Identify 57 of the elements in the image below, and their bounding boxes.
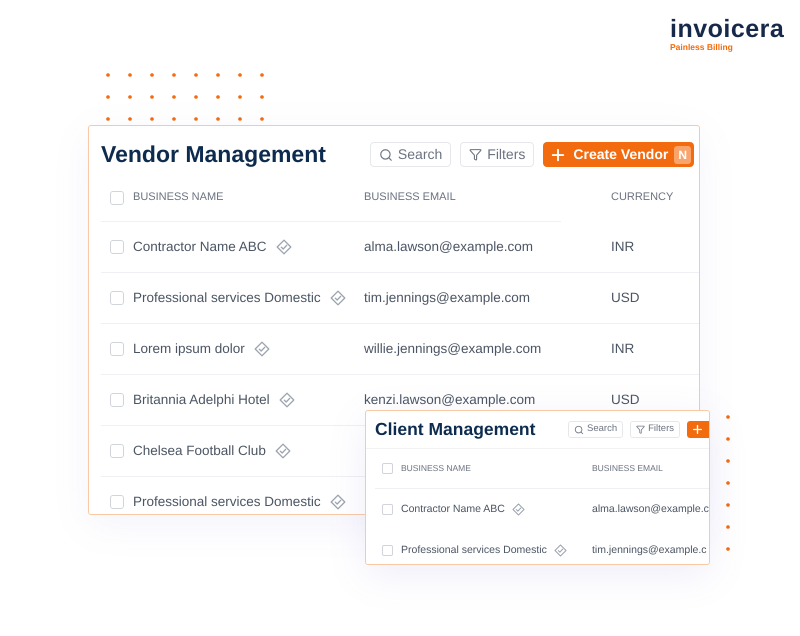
shortcut-key: N bbox=[674, 146, 691, 164]
search-icon bbox=[574, 424, 584, 434]
filter-icon bbox=[469, 148, 482, 161]
logo-wordmark: invoicera bbox=[670, 16, 784, 42]
business-email: alma.lawson@example.com bbox=[364, 239, 534, 254]
plus-icon bbox=[691, 423, 704, 436]
business-name: Contractor Name ABC bbox=[401, 502, 505, 517]
column-header: BUSINESS EMAIL bbox=[592, 462, 663, 475]
row-checkbox[interactable] bbox=[110, 444, 124, 458]
business-name: Professional services Domestic bbox=[133, 288, 321, 307]
row-checkbox[interactable] bbox=[382, 463, 393, 474]
business-name: Britannia Adelphi Hotel bbox=[133, 390, 270, 409]
verified-badge-icon bbox=[274, 443, 291, 459]
row-checkbox[interactable] bbox=[110, 190, 124, 204]
row-checkbox[interactable] bbox=[110, 393, 124, 407]
business-email: tim.jennings@example.c bbox=[592, 542, 707, 558]
logo-tagline: Painless Billing bbox=[670, 42, 733, 52]
verified-badge-icon bbox=[330, 290, 346, 306]
verified-badge-icon bbox=[512, 503, 525, 516]
page-title: Client Management bbox=[375, 418, 536, 442]
business-name: Chelsea Football Club bbox=[133, 442, 266, 460]
business-name: Lorem ipsum dolor bbox=[133, 340, 245, 358]
verified-badge-icon bbox=[554, 544, 567, 557]
create-button[interactable] bbox=[687, 421, 709, 438]
search-button[interactable]: Search bbox=[370, 142, 452, 167]
create-vendor-button[interactable]: Create Vendor N bbox=[543, 142, 694, 167]
business-email: willie.jennings@example.com bbox=[364, 341, 542, 356]
verified-badge-icon bbox=[330, 494, 346, 510]
filter-icon bbox=[636, 425, 646, 434]
business-email: alma.lawson@example.c bbox=[592, 502, 709, 517]
currency: INR bbox=[611, 340, 634, 358]
column-header: CURRENCY bbox=[611, 190, 674, 205]
filters-button[interactable]: Filters bbox=[630, 421, 680, 438]
search-button[interactable]: Search bbox=[568, 421, 624, 438]
row-checkbox[interactable] bbox=[382, 504, 393, 515]
currency: USD bbox=[611, 288, 640, 307]
currency: USD bbox=[611, 390, 640, 409]
row-checkbox[interactable] bbox=[110, 291, 124, 305]
row-checkbox[interactable] bbox=[110, 495, 124, 509]
search-icon bbox=[378, 148, 393, 162]
column-header: BUSINESS EMAIL bbox=[364, 190, 456, 206]
column-header: BUSINESS NAME bbox=[133, 190, 224, 206]
filters-button[interactable]: Filters bbox=[460, 142, 534, 167]
business-email: kenzi.lawson@example.com bbox=[364, 392, 536, 407]
business-email: tim.jennings@example.com bbox=[364, 290, 530, 305]
business-name: Professional services Domestic bbox=[401, 542, 547, 558]
column-header: BUSINESS NAME bbox=[401, 462, 472, 475]
page-title: Vendor Management bbox=[101, 140, 326, 170]
row-checkbox[interactable] bbox=[110, 240, 124, 254]
currency: INR bbox=[611, 238, 634, 256]
verified-badge-icon bbox=[254, 341, 270, 357]
verified-badge-icon bbox=[276, 239, 292, 255]
row-checkbox[interactable] bbox=[110, 342, 124, 356]
row-checkbox[interactable] bbox=[382, 545, 393, 556]
business-name: Contractor Name ABC bbox=[133, 238, 267, 256]
verified-badge-icon bbox=[278, 392, 295, 408]
business-name: Professional services Domestic bbox=[133, 492, 321, 511]
